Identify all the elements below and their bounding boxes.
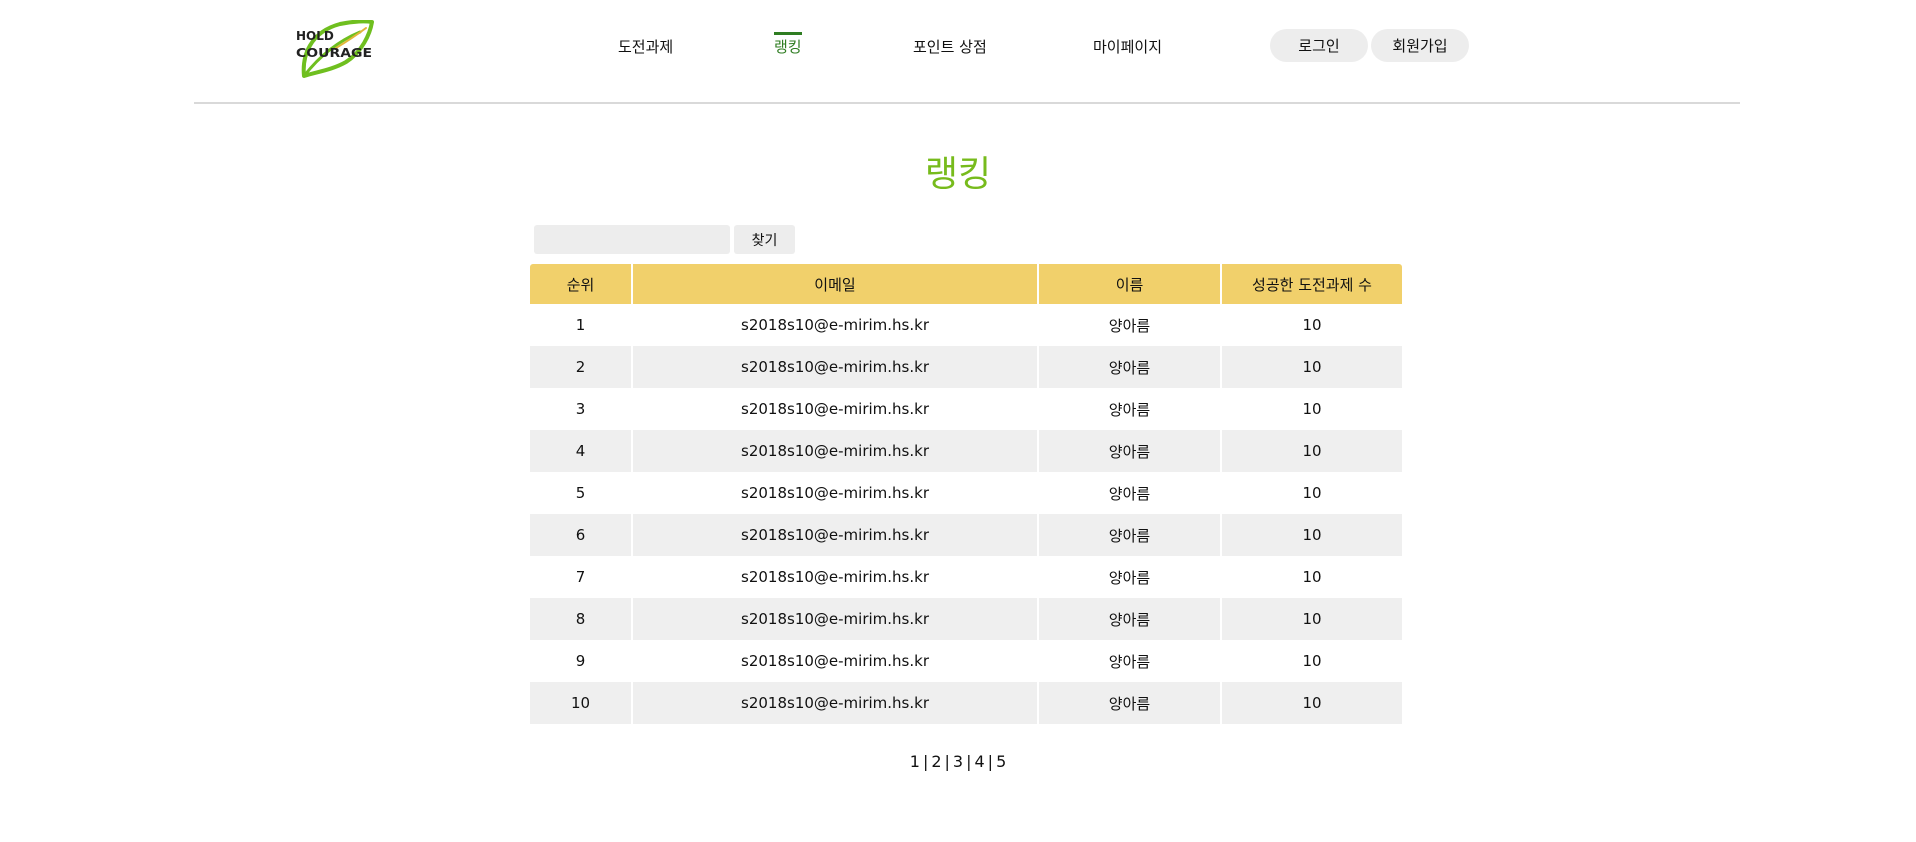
rank-cell: 1 xyxy=(575,316,586,334)
email-cell: s2018s10@e-mirim.hs.kr xyxy=(631,598,1037,640)
name-cell: 양아름 xyxy=(1037,472,1220,514)
count-cell: 10 xyxy=(1220,430,1402,472)
email-cell: s2018s10@e-mirim.hs.kr xyxy=(631,388,1037,430)
count-cell: 10 xyxy=(1220,640,1402,682)
email-cell: s2018s10@e-mirim.hs.kr xyxy=(631,514,1037,556)
name-cell: 양아름 xyxy=(1037,556,1220,598)
nav-mypage[interactable]: 마이페이지 xyxy=(1093,36,1162,57)
table-row: 5 s2018s10@e-mirim.hs.kr 양아름 10 xyxy=(530,472,1402,514)
rank-cell: 3 xyxy=(575,400,586,418)
table-row: 8 s2018s10@e-mirim.hs.kr 양아름 10 xyxy=(530,598,1402,640)
email-cell: s2018s10@e-mirim.hs.kr xyxy=(631,640,1037,682)
rank-cell: 7 xyxy=(575,568,586,586)
name-cell: 양아름 xyxy=(1037,388,1220,430)
table-row: 7 s2018s10@e-mirim.hs.kr 양아름 10 xyxy=(530,556,1402,598)
page-separator: | xyxy=(966,752,972,771)
login-button[interactable]: 로그인 xyxy=(1270,29,1368,62)
count-cell: 10 xyxy=(1220,472,1402,514)
search-input[interactable] xyxy=(534,225,730,254)
page-link-4[interactable]: 4 xyxy=(974,752,984,771)
nav-active-indicator xyxy=(774,32,802,35)
count-cell: 10 xyxy=(1220,514,1402,556)
search-button[interactable]: 찾기 xyxy=(734,225,795,254)
email-cell: s2018s10@e-mirim.hs.kr xyxy=(631,346,1037,388)
column-header-rank: 순위 xyxy=(530,264,631,304)
pagination: 1 | 2 | 3 | 4 | 5 xyxy=(0,752,1916,771)
page-separator: | xyxy=(922,752,929,771)
page-separator: | xyxy=(944,752,950,771)
email-cell: s2018s10@e-mirim.hs.kr xyxy=(631,556,1037,598)
rank-cell: 2 xyxy=(530,346,631,388)
table-row: 6 s2018s10@e-mirim.hs.kr 양아름 10 xyxy=(530,514,1402,556)
ranking-table: 순위 이메일 이름 성공한 도전과제 수 1 s2018s10@e-mirim.… xyxy=(530,264,1402,724)
rank-cell: 5 xyxy=(575,484,586,502)
count-cell: 10 xyxy=(1220,304,1402,346)
nav-point-shop[interactable]: 포인트 상점 xyxy=(913,36,987,57)
page-link-2[interactable]: 2 xyxy=(931,752,941,771)
name-cell: 양아름 xyxy=(1037,598,1220,640)
logo-text-courage: COURAGE xyxy=(296,46,372,60)
nav-ranking[interactable]: 랭킹 xyxy=(774,36,802,57)
name-cell: 양아름 xyxy=(1037,346,1220,388)
column-header-email: 이메일 xyxy=(631,264,1037,304)
name-cell: 양아름 xyxy=(1037,682,1220,724)
logo-text-hold: HOLD xyxy=(296,29,334,43)
site-header: HOLD COURAGE 도전과제 랭킹 포인트 상점 마이페이지 로그인 회원… xyxy=(194,0,1740,104)
page-title: 랭킹 xyxy=(924,154,992,195)
count-cell: 10 xyxy=(1220,556,1402,598)
email-cell: s2018s10@e-mirim.hs.kr xyxy=(631,472,1037,514)
email-cell: s2018s10@e-mirim.hs.kr xyxy=(631,430,1037,472)
rank-cell: 4 xyxy=(530,430,631,472)
count-cell: 10 xyxy=(1220,346,1402,388)
table-row: 2 s2018s10@e-mirim.hs.kr 양아름 10 xyxy=(530,346,1402,388)
name-cell: 양아름 xyxy=(1037,304,1220,346)
table-row: 4 s2018s10@e-mirim.hs.kr 양아름 10 xyxy=(530,430,1402,472)
column-header-name: 이름 xyxy=(1037,264,1220,304)
count-cell: 10 xyxy=(1220,682,1402,724)
signup-button[interactable]: 회원가입 xyxy=(1371,29,1469,62)
nav-challenges[interactable]: 도전과제 xyxy=(618,36,673,57)
rank-cell: 6 xyxy=(530,514,631,556)
page-link-3[interactable]: 3 xyxy=(953,752,963,771)
table-row: 10 s2018s10@e-mirim.hs.kr 양아름 10 xyxy=(530,682,1402,724)
page-separator: | xyxy=(987,752,994,771)
rank-cell: 9 xyxy=(575,652,586,670)
hold-courage-logo[interactable]: HOLD COURAGE xyxy=(296,20,374,80)
email-cell: s2018s10@e-mirim.hs.kr xyxy=(631,304,1037,346)
page-link-1[interactable]: 1 xyxy=(910,752,920,771)
table-row: 3 s2018s10@e-mirim.hs.kr 양아름 10 xyxy=(530,388,1402,430)
table-row: 9 s2018s10@e-mirim.hs.kr 양아름 10 xyxy=(530,640,1402,682)
table-header-row: 순위 이메일 이름 성공한 도전과제 수 xyxy=(530,264,1402,304)
page-link-5[interactable]: 5 xyxy=(996,752,1006,771)
rank-cell: 8 xyxy=(530,598,631,640)
count-cell: 10 xyxy=(1220,388,1402,430)
count-cell: 10 xyxy=(1220,598,1402,640)
table-row: 1 s2018s10@e-mirim.hs.kr 양아름 10 xyxy=(530,304,1402,346)
name-cell: 양아름 xyxy=(1037,640,1220,682)
rank-cell: 10 xyxy=(530,682,631,724)
name-cell: 양아름 xyxy=(1037,430,1220,472)
name-cell: 양아름 xyxy=(1037,514,1220,556)
column-header-completed-count: 성공한 도전과제 수 xyxy=(1220,264,1402,304)
email-cell: s2018s10@e-mirim.hs.kr xyxy=(631,682,1037,724)
